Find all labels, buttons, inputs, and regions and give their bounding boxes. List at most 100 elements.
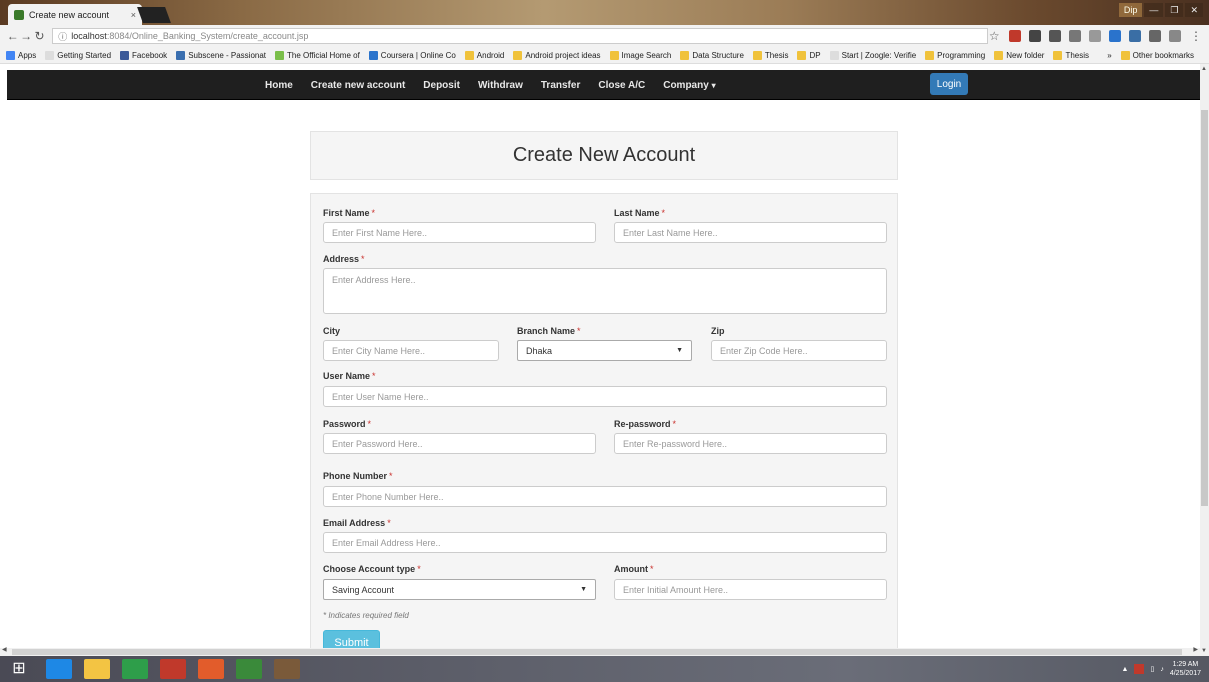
extension-icon[interactable] [1149, 30, 1161, 42]
nav-transfer[interactable]: Transfer [541, 80, 580, 91]
tab-close-icon[interactable]: × [131, 10, 136, 20]
email-label-text: Email Address [323, 518, 386, 528]
forward-arrow-icon[interactable]: → [19, 29, 32, 43]
reload-icon[interactable]: ↻ [33, 29, 46, 43]
new-tab-button[interactable] [137, 7, 171, 23]
extension-icon[interactable] [1029, 30, 1041, 42]
bookmark-item[interactable]: Programming [925, 50, 985, 60]
phone-label-text: Phone Number [323, 471, 388, 481]
bookmark-item[interactable]: Thesis [752, 50, 789, 60]
cloud-icon[interactable] [1049, 30, 1061, 42]
amount-input[interactable] [614, 579, 887, 600]
volume-icon[interactable]: ♪ [1160, 666, 1164, 673]
bookmark-item[interactable]: Subscene - Passionat [176, 50, 266, 60]
extension-icon[interactable] [1129, 30, 1141, 42]
scrollbar-thumb[interactable] [1201, 110, 1208, 506]
login-button[interactable]: Login [930, 73, 968, 95]
nav-home[interactable]: Home [265, 80, 293, 91]
extension-icon[interactable] [1069, 30, 1081, 42]
bookmark-star-icon[interactable]: ☆ [988, 29, 1001, 43]
nav-create-account[interactable]: Create new account [311, 80, 405, 91]
file-explorer-icon[interactable] [84, 659, 110, 679]
account-type-label-text: Choose Account type [323, 564, 416, 574]
app-icon[interactable] [236, 659, 262, 679]
branch-select[interactable]: Dhaka ▼ [517, 340, 692, 361]
bookmark-icon [609, 50, 619, 60]
create-account-form: First Name* Last Name* Address* City Bra… [310, 193, 898, 656]
close-window-icon[interactable]: ✕ [1185, 3, 1203, 17]
bookmark-item[interactable]: Image Search [609, 50, 671, 60]
last-name-input[interactable] [614, 222, 887, 243]
info-icon[interactable]: ⓘ [58, 30, 67, 43]
scroll-left-icon[interactable]: ◀ [2, 646, 7, 653]
chrome-icon[interactable] [198, 659, 224, 679]
internet-explorer-icon[interactable] [46, 659, 72, 679]
bookmark-item[interactable]: Start | Zoogle: Verifie [829, 50, 916, 60]
tray-arrow-icon[interactable]: ▲ [1122, 666, 1129, 673]
bookmark-label: Thesis [1065, 50, 1089, 60]
bookmark-icon [368, 50, 378, 60]
windows-start-icon[interactable]: ⊞ [6, 659, 32, 679]
adblock-icon[interactable] [1009, 30, 1021, 42]
bookmark-label: Coursera | Online Co [380, 50, 456, 60]
account-type-label: Choose Account type * [323, 564, 421, 574]
more-bookmarks-chevron[interactable]: » [1107, 51, 1111, 60]
scroll-right-icon[interactable]: ▶ [1193, 646, 1198, 653]
nav-close-ac[interactable]: Close A/C [598, 80, 645, 91]
taskbar-clock[interactable]: 1:29 AM 4/25/2017 [1170, 660, 1201, 678]
first-name-input[interactable] [323, 222, 596, 243]
email-input[interactable] [323, 532, 887, 553]
bookmark-item[interactable]: New folder [994, 50, 1044, 60]
bookmark-item[interactable]: Facebook [120, 50, 167, 60]
vertical-scrollbar[interactable]: ▲ ▼ [1200, 64, 1209, 656]
zip-input[interactable] [711, 340, 887, 361]
bookmark-item[interactable]: Android project ideas [513, 50, 601, 60]
menu-kebab-icon[interactable]: ⋮ [1189, 29, 1203, 43]
repassword-label: Re-password * [614, 419, 676, 429]
restore-icon[interactable]: ❐ [1165, 3, 1184, 17]
nav-deposit[interactable]: Deposit [423, 80, 460, 91]
bookmark-label: Thesis [764, 50, 789, 60]
phone-input[interactable] [323, 486, 887, 507]
repassword-label-text: Re-password [614, 419, 671, 429]
bookmark-item[interactable]: Apps [6, 50, 36, 60]
extension-icon[interactable] [1169, 30, 1181, 42]
nav-withdraw[interactable]: Withdraw [478, 80, 523, 91]
username-input[interactable] [323, 386, 887, 407]
address-textarea[interactable] [323, 268, 887, 314]
password-input[interactable] [323, 433, 596, 454]
bookmark-item[interactable]: Getting Started [45, 50, 111, 60]
other-bookmarks[interactable]: Other bookmarks [1120, 50, 1194, 60]
app-icon[interactable] [160, 659, 186, 679]
scroll-down-icon[interactable]: ▼ [1201, 648, 1207, 654]
bookmark-item[interactable]: Android [464, 50, 504, 60]
bookmark-icon [994, 50, 1004, 60]
bookmark-item[interactable]: Data Structure [680, 50, 744, 60]
app-icon[interactable] [274, 659, 300, 679]
back-arrow-icon[interactable]: ← [6, 29, 19, 43]
browser-tab[interactable]: Create new account × [8, 4, 142, 25]
network-icon[interactable]: ▯ [1150, 665, 1154, 673]
url-bar[interactable]: ⓘ localhost:8084/Online_Banking_System/c… [52, 28, 988, 44]
bookmark-icon [6, 50, 15, 60]
bookmark-item[interactable]: Thesis [1053, 50, 1089, 60]
account-type-select[interactable]: Saving Account ▼ [323, 579, 596, 600]
tray-app-icon[interactable] [1134, 664, 1145, 674]
store-icon[interactable] [122, 659, 148, 679]
scroll-up-icon[interactable]: ▲ [1201, 66, 1207, 72]
horizontal-scrollbar[interactable]: ◀ ▶ [0, 646, 1200, 656]
window-user-badge[interactable]: Dip [1118, 3, 1143, 17]
bookmark-item[interactable]: The Official Home of [275, 50, 360, 60]
bookmark-icon [925, 50, 935, 60]
repassword-input[interactable] [614, 433, 887, 454]
required-asterisk: * [661, 208, 666, 218]
minimize-icon[interactable]: — [1144, 3, 1164, 17]
zip-label: Zip [711, 326, 725, 336]
scrollbar-thumb[interactable] [12, 649, 1182, 655]
nav-company-dropdown[interactable]: Company ▾ [663, 80, 715, 91]
bookmark-item[interactable]: Coursera | Online Co [368, 50, 456, 60]
extension-icon[interactable] [1089, 30, 1101, 42]
city-input[interactable] [323, 340, 499, 361]
extension-icon[interactable] [1109, 30, 1121, 42]
bookmark-item[interactable]: DP [797, 50, 821, 60]
